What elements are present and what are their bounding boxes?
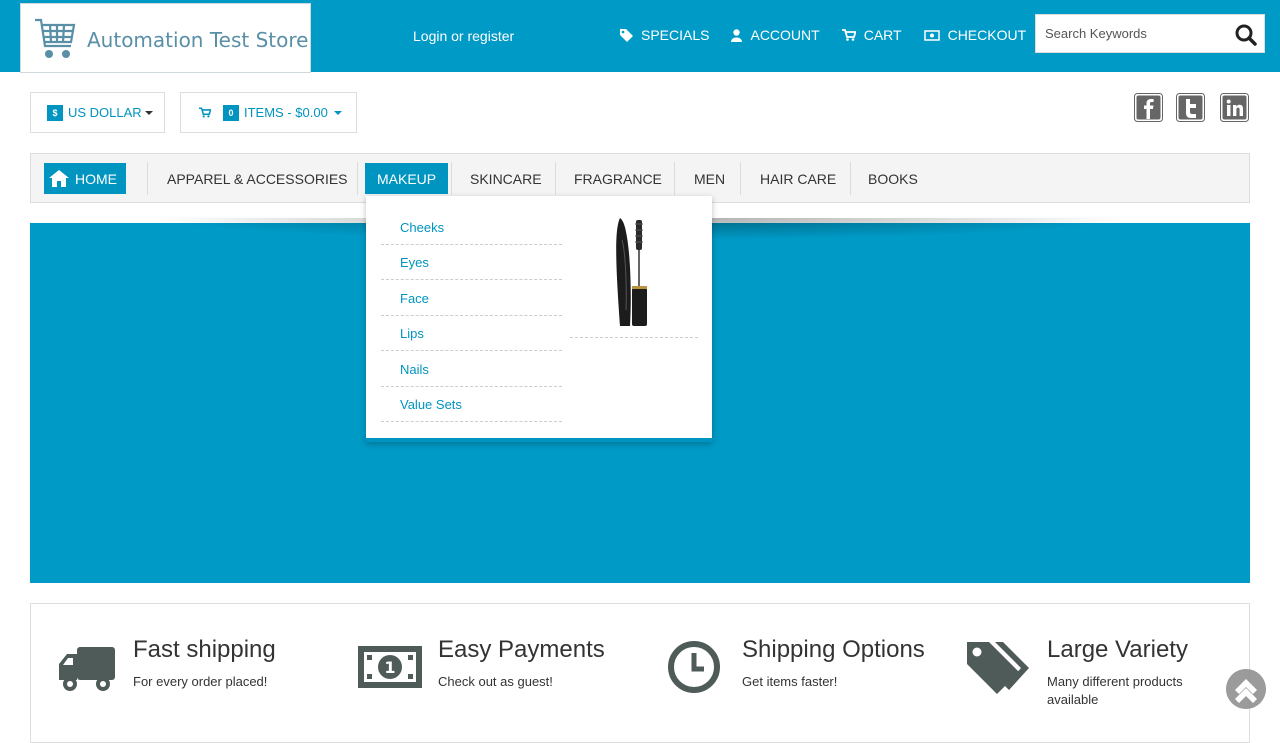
- search-input[interactable]: [1036, 15, 1231, 52]
- mini-cart[interactable]: 0 ITEMS - $0.00: [180, 92, 357, 133]
- svg-text:1: 1: [384, 658, 395, 677]
- logo-text: Automation Test Store: [87, 28, 309, 52]
- subcat-lips[interactable]: Lips: [381, 316, 562, 351]
- account-label: ACCOUNT: [750, 27, 820, 43]
- tag-icon: [620, 28, 633, 42]
- nav-divider: [555, 162, 556, 195]
- feature-subtitle: Get items faster!: [742, 674, 838, 689]
- checkout-link[interactable]: CHECKOUT: [923, 27, 1027, 43]
- category-image[interactable]: [570, 210, 698, 338]
- nav-men[interactable]: MEN: [682, 163, 737, 194]
- login-register-link[interactable]: Login or register: [413, 28, 514, 44]
- cart-logo-icon: [35, 18, 76, 58]
- search-icon[interactable]: [1234, 23, 1258, 47]
- tags-icon: [967, 642, 1029, 694]
- mascara-image: [616, 218, 647, 326]
- feature-title: Shipping Options: [742, 636, 925, 663]
- currency-symbol: $: [47, 104, 63, 121]
- checkout-label: CHECKOUT: [947, 27, 1027, 43]
- nav-fragrance[interactable]: FRAGRANCE: [562, 163, 674, 194]
- nav-home[interactable]: HOME: [44, 163, 126, 194]
- clock-icon: [668, 641, 720, 693]
- linkedin-icon[interactable]: [1220, 93, 1249, 122]
- subcat-nails[interactable]: Nails: [381, 352, 562, 387]
- currency-selector[interactable]: $ US DOLLAR: [30, 92, 165, 133]
- cart-count-badge: 0: [223, 104, 239, 121]
- feature-title: Fast shipping: [133, 636, 276, 663]
- nav-makeup[interactable]: MAKEUP: [365, 163, 449, 194]
- nav-books[interactable]: BOOKS: [856, 163, 930, 194]
- nav-divider: [357, 162, 358, 195]
- top-nav: SPECIALS ACCOUNT CART CHECKOUT: [620, 27, 1048, 43]
- feature-subtitle: Check out as guest!: [438, 674, 553, 689]
- nav-divider: [147, 162, 148, 195]
- feature-title: Large Variety: [1047, 636, 1188, 663]
- nav-skincare[interactable]: SKINCARE: [458, 163, 554, 194]
- specials-label: SPECIALS: [641, 27, 710, 43]
- nav-hair-care[interactable]: HAIR CARE: [748, 163, 848, 194]
- store-logo[interactable]: Automation Test Store: [20, 3, 311, 73]
- nav-divider: [740, 162, 741, 195]
- features-strip: Fast shipping For every order placed! 1 …: [30, 603, 1250, 743]
- money-icon: [923, 29, 940, 41]
- nav-apparel-accessories[interactable]: APPAREL & ACCESSORIES: [155, 163, 360, 194]
- feature-subtitle: For every order placed!: [133, 674, 268, 689]
- makeup-dropdown: Cheeks Eyes Face Lips Nails Value Sets: [366, 196, 712, 442]
- chevron-down-icon: [144, 110, 153, 115]
- nav-divider: [674, 162, 675, 195]
- subcat-cheeks[interactable]: Cheeks: [381, 210, 562, 245]
- nav-divider: [850, 162, 851, 195]
- user-icon: [731, 28, 743, 42]
- search-box: [1035, 14, 1265, 53]
- account-link[interactable]: ACCOUNT: [731, 27, 820, 43]
- nav-divider: [451, 162, 452, 195]
- twitter-icon[interactable]: [1176, 93, 1205, 122]
- subcat-value-sets[interactable]: Value Sets: [381, 387, 562, 422]
- banknote-icon: 1: [358, 646, 422, 688]
- nav-home-label: HOME: [75, 170, 117, 187]
- cart-icon: [199, 107, 211, 118]
- cart-icon: [841, 29, 856, 41]
- specials-link[interactable]: SPECIALS: [620, 27, 709, 43]
- facebook-icon[interactable]: [1134, 93, 1163, 122]
- back-to-top-icon[interactable]: [1226, 669, 1266, 709]
- cart-link[interactable]: CART: [841, 27, 902, 43]
- subcat-eyes[interactable]: Eyes: [381, 245, 562, 280]
- feature-subtitle: Many different products available: [1047, 674, 1183, 707]
- currency-label: US DOLLAR: [68, 105, 142, 120]
- subcat-face[interactable]: Face: [381, 281, 562, 316]
- top-header: Automation Test Store Login or register …: [0, 0, 1280, 73]
- cart-label: CART: [863, 27, 902, 43]
- cart-summary: ITEMS - $0.00: [244, 105, 328, 120]
- feature-title: Easy Payments: [438, 636, 605, 663]
- home-icon: [49, 170, 69, 187]
- chevron-down-icon: [333, 110, 342, 115]
- truck-icon: [59, 647, 115, 691]
